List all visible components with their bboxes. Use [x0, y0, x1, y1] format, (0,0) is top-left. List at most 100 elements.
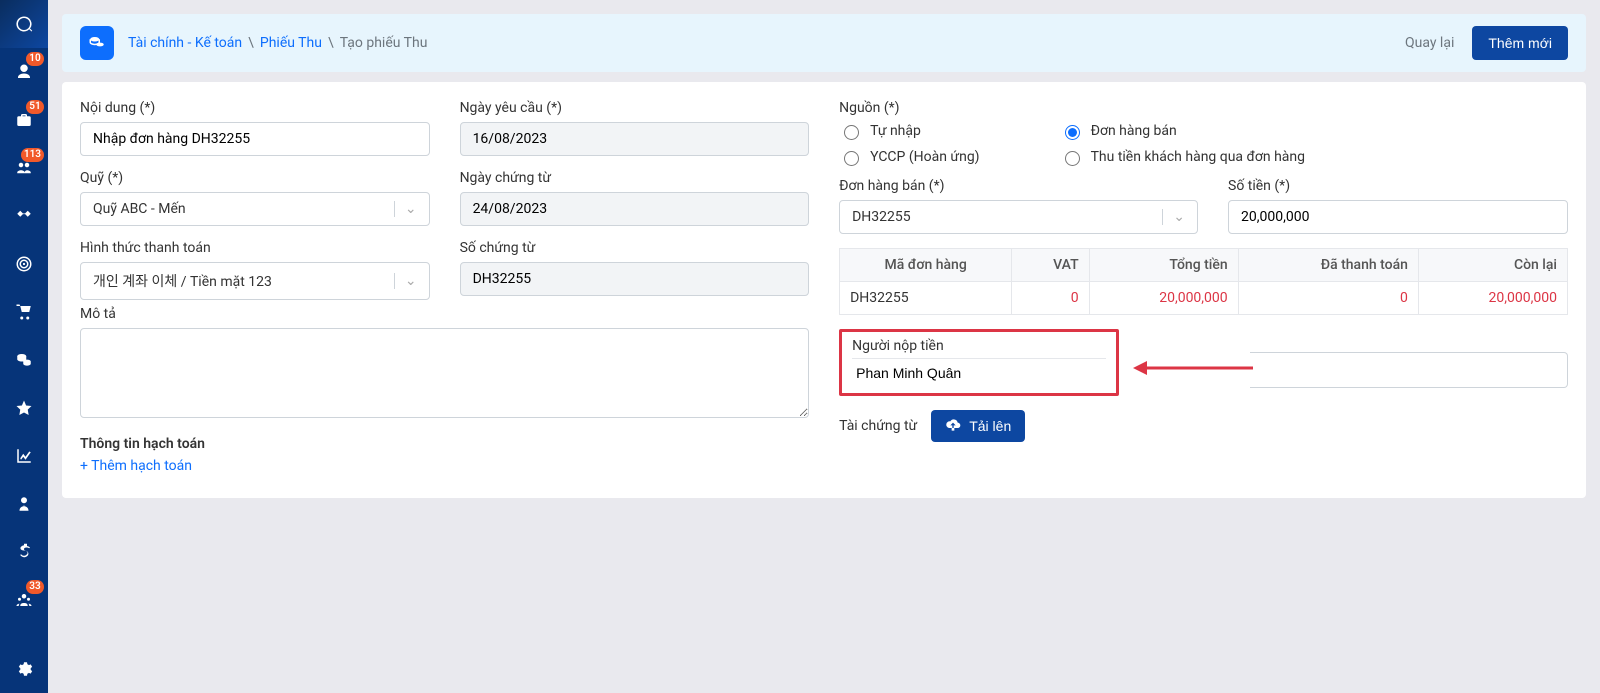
- docdate-label: Ngày chứng từ: [460, 170, 810, 186]
- th-total: Tổng tiền: [1089, 249, 1238, 282]
- badge: 10: [26, 52, 44, 66]
- module-icon: [80, 26, 114, 60]
- payer-highlight-box: Người nộp tiền: [839, 329, 1119, 396]
- content-input[interactable]: [80, 122, 430, 156]
- content-label: Nội dung (*): [80, 100, 430, 116]
- nav-dollar-icon[interactable]: [0, 528, 48, 576]
- th-remain: Còn lại: [1418, 249, 1567, 282]
- star-icon: [15, 399, 33, 417]
- coins-icon: [88, 34, 106, 52]
- source-label: Nguồn (*): [839, 100, 1568, 116]
- nav-star-icon[interactable]: [0, 384, 48, 432]
- radio-yccp-input[interactable]: [844, 151, 859, 166]
- breadcrumb-link-2[interactable]: Phiếu Thu: [260, 35, 322, 51]
- th-vat: VAT: [1012, 249, 1089, 282]
- order-value: DH32255: [852, 209, 911, 225]
- breadcrumb-sep: \: [328, 35, 334, 51]
- radio-manual[interactable]: Tự nhập: [839, 122, 979, 140]
- chevron-down-icon: ⌄: [394, 273, 417, 289]
- paymethod-label: Hình thức thanh toán: [80, 240, 430, 256]
- badge: 113: [21, 148, 44, 162]
- chart-line-icon: [15, 447, 33, 465]
- page-header: Tài chính - Kế toán \ Phiếu Thu \ Tạo ph…: [62, 14, 1586, 72]
- docno-input[interactable]: [460, 262, 810, 296]
- order-label: Đơn hàng bán (*): [839, 178, 1198, 194]
- arrow-left-icon: [1133, 356, 1253, 380]
- nav-team-icon[interactable]: 33: [0, 576, 48, 624]
- user-tie-icon: [15, 495, 33, 513]
- desc-textarea[interactable]: [80, 328, 809, 418]
- nav-coins-icon[interactable]: [0, 336, 48, 384]
- add-new-button[interactable]: Thêm mới: [1472, 26, 1568, 60]
- gear-icon: [15, 660, 33, 678]
- th-code: Mã đơn hàng: [840, 249, 1012, 282]
- radio-label: Đơn hàng bán: [1091, 123, 1177, 139]
- upload-button-label: Tải lên: [969, 418, 1011, 434]
- td-vat: 0: [1012, 282, 1089, 315]
- payer-label: Người nộp tiền: [852, 338, 1106, 354]
- nav-chart-icon[interactable]: [0, 432, 48, 480]
- breadcrumb: Tài chính - Kế toán \ Phiếu Thu \ Tạo ph…: [128, 35, 427, 51]
- amount-label: Số tiền (*): [1228, 178, 1568, 194]
- breadcrumb-sep: \: [248, 35, 254, 51]
- table-row: DH32255 0 20,000,000 0 20,000,000: [840, 282, 1568, 315]
- reqdate-label: Ngày yêu cầu (*): [460, 100, 810, 116]
- nav-manager-icon[interactable]: [0, 480, 48, 528]
- annotation-arrow: [1133, 356, 1253, 384]
- target-icon: [15, 255, 33, 273]
- coins-icon: [15, 351, 33, 369]
- badge: 33: [26, 580, 44, 594]
- doc-upload-label: Tài chứng từ: [839, 418, 917, 434]
- nav-user-icon[interactable]: 10: [0, 48, 48, 96]
- td-paid: 0: [1238, 282, 1418, 315]
- reqdate-input[interactable]: [460, 122, 810, 156]
- nav-handshake-icon[interactable]: [0, 192, 48, 240]
- cloud-upload-icon: [945, 418, 961, 434]
- dollar-icon: [15, 543, 33, 561]
- fund-value: Quỹ ABC - Mến: [93, 201, 186, 217]
- radio-manual-input[interactable]: [844, 125, 859, 140]
- order-table: Mã đơn hàng VAT Tổng tiền Đã thanh toán …: [839, 248, 1568, 315]
- radio-yccp[interactable]: YCCP (Hoàn ứng): [839, 148, 979, 166]
- handshake-icon: [15, 207, 33, 225]
- radio-label: Thu tiền khách hàng qua đơn hàng: [1091, 149, 1305, 165]
- radio-label: Tự nhập: [870, 123, 921, 139]
- order-select[interactable]: DH32255 ⌄: [839, 200, 1198, 234]
- nav-group-icon[interactable]: 113: [0, 144, 48, 192]
- back-link[interactable]: Quay lại: [1405, 35, 1454, 51]
- nav-cart-icon[interactable]: [0, 288, 48, 336]
- form-card: Nội dung (*) Quỹ (*) Quỹ ABC - Mến ⌄ Hìn…: [62, 82, 1586, 498]
- chevron-down-icon: ⌄: [394, 201, 417, 217]
- radio-collect-input[interactable]: [1065, 151, 1080, 166]
- logo-icon: [15, 15, 33, 33]
- badge: 51: [26, 100, 44, 114]
- docdate-input[interactable]: [460, 192, 810, 226]
- sidenav: 10 51 113 33: [0, 0, 48, 693]
- chevron-down-icon: ⌄: [1162, 209, 1185, 225]
- radio-collect[interactable]: Thu tiền khách hàng qua đơn hàng: [1060, 148, 1305, 166]
- add-entry-link[interactable]: + Thêm hạch toán: [80, 458, 192, 474]
- upload-button[interactable]: Tải lên: [931, 410, 1025, 442]
- docno-label: Số chứng từ: [460, 240, 810, 256]
- fund-select[interactable]: Quỹ ABC - Mến ⌄: [80, 192, 430, 226]
- amount-input[interactable]: [1228, 200, 1568, 234]
- radio-salesorder-input[interactable]: [1065, 125, 1080, 140]
- breadcrumb-current: Tạo phiếu Thu: [340, 35, 428, 51]
- cart-icon: [15, 303, 33, 321]
- payer-input[interactable]: [852, 358, 1106, 387]
- breadcrumb-link-1[interactable]: Tài chính - Kế toán: [128, 35, 242, 51]
- td-total: 20,000,000: [1089, 282, 1238, 315]
- paymethod-value: 개인 계좌 이체 / Tiền mặt 123: [93, 271, 272, 291]
- radio-label: YCCP (Hoàn ứng): [870, 149, 979, 165]
- th-paid: Đã thanh toán: [1238, 249, 1418, 282]
- payer-input-extension[interactable]: [1250, 352, 1568, 388]
- radio-salesorder[interactable]: Đơn hàng bán: [1060, 122, 1305, 140]
- fund-label: Quỹ (*): [80, 170, 430, 186]
- td-remain: 20,000,000: [1418, 282, 1567, 315]
- paymethod-select[interactable]: 개인 계좌 이체 / Tiền mặt 123 ⌄: [80, 262, 430, 300]
- nav-briefcase-icon[interactable]: 51: [0, 96, 48, 144]
- nav-target-icon[interactable]: [0, 240, 48, 288]
- nav-settings-icon[interactable]: [0, 645, 48, 693]
- app-logo[interactable]: [0, 0, 48, 48]
- td-code: DH32255: [840, 282, 1012, 315]
